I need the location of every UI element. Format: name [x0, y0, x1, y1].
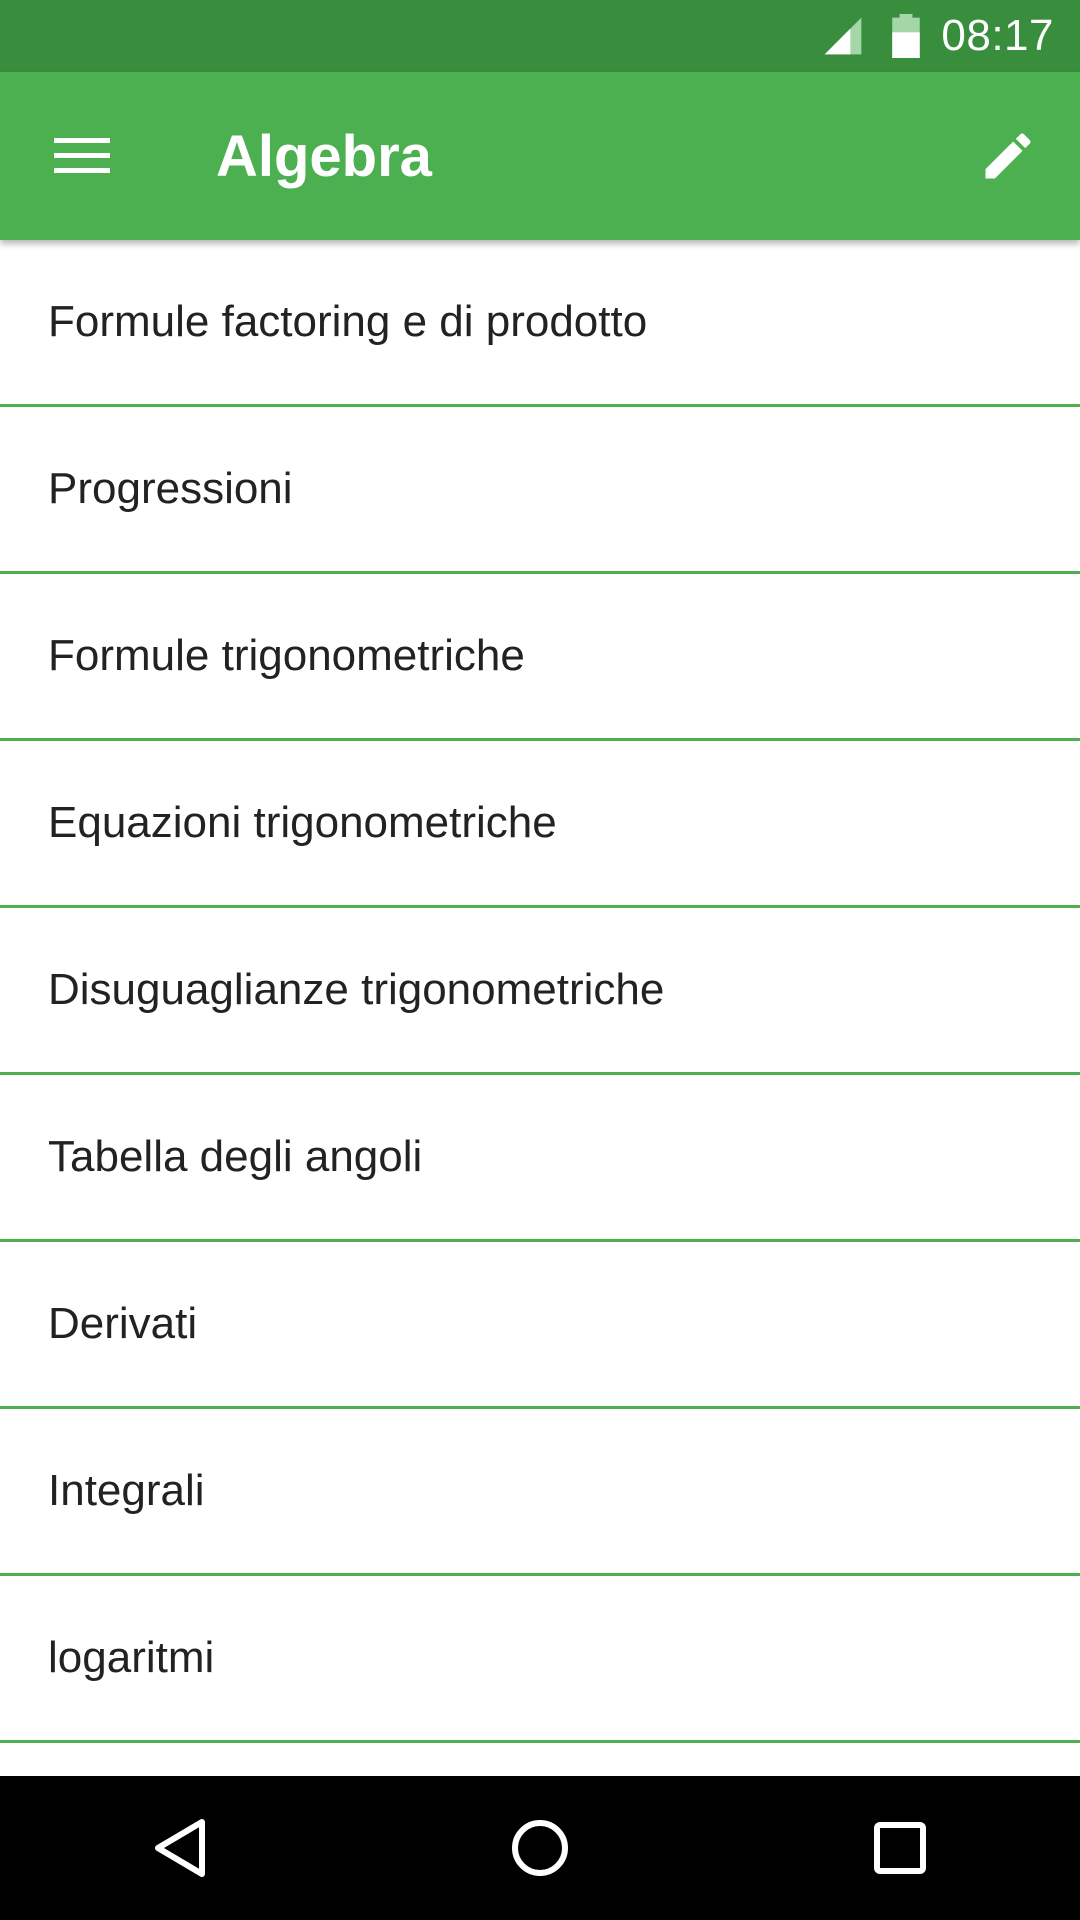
list-item-label: Derivati: [48, 1299, 198, 1348]
list-item-label: Formule trigonometriche: [48, 631, 525, 680]
list-item[interactable]: Tabella degli angoli: [0, 1075, 1080, 1242]
back-button[interactable]: [120, 1788, 240, 1908]
list-item[interactable]: Derivati: [0, 1242, 1080, 1409]
list-item[interactable]: Formule factoring e di prodotto: [0, 240, 1080, 407]
menu-icon: [54, 138, 110, 173]
list-item-label: Integrali: [48, 1466, 205, 1515]
list-item[interactable]: Equazioni trigonometriche: [0, 741, 1080, 908]
recents-button[interactable]: [840, 1788, 960, 1908]
list-item[interactable]: Disuguaglianze trigonometriche: [0, 908, 1080, 1075]
page-title: Algebra: [216, 123, 432, 189]
cell-signal-icon: [825, 17, 862, 55]
navigation-bar: [0, 1776, 1080, 1920]
list-item[interactable]: logaritmi: [0, 1576, 1080, 1743]
topic-list: Formule factoring e di prodotto Progress…: [0, 240, 1080, 1776]
list-item-label: Progressioni: [48, 464, 293, 513]
list-item[interactable]: Formule trigonometriche: [0, 574, 1080, 741]
app-bar: Algebra: [0, 72, 1080, 240]
edit-icon: [985, 133, 1031, 179]
menu-button[interactable]: [40, 114, 124, 198]
list-item-label: Equazioni trigonometriche: [48, 798, 557, 847]
screen: 08:17 Algebra Formule factoring e di pro…: [0, 0, 1080, 1920]
list-item-label: Formule factoring e di prodotto: [48, 297, 648, 346]
list-item[interactable]: Integrali: [0, 1409, 1080, 1576]
list-item-label: logaritmi: [48, 1633, 215, 1682]
list-item-label: Disuguaglianze trigonometriche: [48, 965, 665, 1014]
battery-icon: [892, 14, 921, 58]
home-icon: [512, 1820, 568, 1876]
list-item[interactable]: Progressioni: [0, 407, 1080, 574]
status-time: 08:17: [941, 11, 1054, 60]
list-item-label: Tabella degli angoli: [48, 1132, 423, 1181]
status-bar: 08:17: [0, 0, 1080, 72]
edit-button[interactable]: [966, 114, 1050, 198]
back-icon: [155, 1819, 205, 1877]
recents-icon: [874, 1822, 926, 1874]
home-button[interactable]: [480, 1788, 600, 1908]
